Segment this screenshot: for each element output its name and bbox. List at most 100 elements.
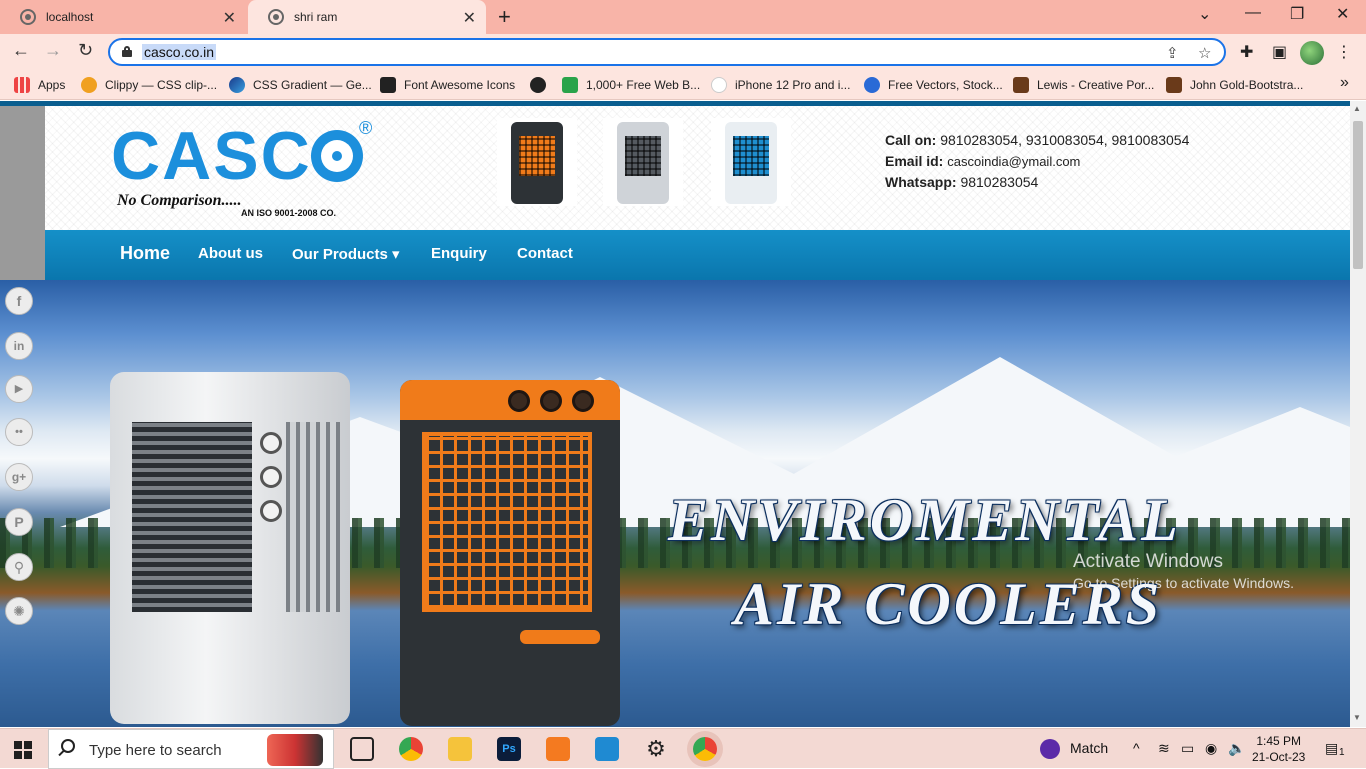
file-explorer-icon[interactable] (448, 737, 472, 761)
clock-time: 1:45 PM (1256, 734, 1302, 748)
email-address[interactable]: cascoindia@ymail.com (947, 154, 1080, 169)
reload-icon[interactable]: ↻ (78, 40, 93, 61)
menu-icon[interactable]: ⋮ (1336, 42, 1352, 62)
tab-strip: localhost ✕ shri ram ✕ + ⌄ — ❐ ✕ (0, 0, 1366, 34)
phone-numbers: 9810283054, 9310083054, 9810083054 (940, 132, 1190, 148)
bookmark-john-gold[interactable]: John Gold-Bootstra... (1166, 77, 1303, 93)
activate-windows-watermark: Activate Windows Go to Settings to activ… (1073, 551, 1294, 591)
nav-about-us[interactable]: About us (198, 245, 263, 262)
bookmark-iphone[interactable]: iPhone 12 Pro and i... (711, 77, 850, 93)
youtube-icon[interactable]: ▶ (5, 375, 33, 403)
product-thumb-blue[interactable] (711, 118, 791, 206)
browser-toolbar: ← → ↻ casco.co.in ⇪ ☆ ✚ ▣ ⋮ (0, 34, 1366, 70)
restore-button[interactable]: ❐ (1290, 4, 1304, 24)
close-window-button[interactable]: ✕ (1336, 4, 1349, 24)
air-cooler-white-image (110, 372, 350, 724)
system-clock[interactable]: 1:45 PM 21-Oct-23 (1252, 733, 1305, 765)
forward-arrow-icon[interactable]: → (44, 40, 62, 61)
bookmark-css-gradient[interactable]: CSS Gradient — Ge... (229, 77, 372, 93)
apps-grid-icon (14, 77, 30, 93)
hero-banner: ENVIROMENTAL AIR COOLERS (0, 280, 1350, 727)
profile-avatar[interactable] (1300, 41, 1324, 65)
pinterest-icon[interactable]: P (5, 508, 33, 536)
cricket-match-icon[interactable] (1040, 739, 1060, 759)
lock-icon[interactable] (122, 46, 132, 57)
chrome-icon[interactable] (399, 737, 423, 761)
chrome-active-icon[interactable] (693, 737, 717, 761)
tab-localhost[interactable]: localhost ✕ (0, 0, 246, 34)
new-tab-button[interactable]: + (498, 4, 511, 30)
taskbar-search[interactable]: Type here to search (48, 729, 334, 769)
air-cooler-orange-image (400, 380, 620, 726)
back-arrow-icon[interactable]: ← (12, 40, 30, 61)
stamp-icon[interactable]: ✺ (5, 597, 33, 625)
tab-title: localhost (46, 10, 94, 24)
chevron-up-icon[interactable]: ^ (1133, 740, 1140, 756)
wifi-icon[interactable]: ≋ (1158, 740, 1170, 757)
webcam-icon[interactable]: ◉ (1205, 740, 1217, 757)
bookmark-lewis[interactable]: Lewis - Creative Por... (1013, 77, 1154, 93)
bookmark-globe[interactable] (530, 77, 554, 93)
scroll-thumb[interactable] (1353, 121, 1363, 269)
settings-gear-icon[interactable]: ⚙ (644, 737, 668, 761)
logo-text: CASC (111, 118, 312, 194)
task-view-icon[interactable] (350, 737, 374, 761)
flag-icon (380, 77, 396, 93)
minimize-button[interactable]: — (1245, 4, 1261, 22)
search-highlight-icon (267, 734, 323, 766)
vscode-icon[interactable] (595, 737, 619, 761)
bookmark-label: Font Awesome Icons (404, 78, 516, 92)
scroll-up-arrow[interactable]: ▲ (1353, 104, 1361, 113)
vecteezy-icon (864, 77, 880, 93)
nav-our-products[interactable]: Our Products ▾ (292, 245, 400, 263)
address-bar[interactable]: casco.co.in ⇪ ☆ (108, 38, 1226, 66)
more-bookmarks-button[interactable]: » (1340, 74, 1349, 92)
chevron-down-icon[interactable]: ⌄ (1198, 4, 1211, 24)
bookmark-clippy[interactable]: Clippy — CSS clip-... (81, 77, 217, 93)
vertical-scrollbar[interactable]: ▲ ▼ (1350, 101, 1366, 727)
location-icon[interactable]: ⚲ (5, 553, 33, 581)
share-icon[interactable]: ⇪ (1166, 44, 1179, 62)
linkedin-icon[interactable]: in (5, 332, 33, 360)
flickr-icon[interactable]: •• (5, 418, 33, 446)
tab-title: shri ram (294, 10, 338, 24)
extensions-icon[interactable]: ✚ (1240, 42, 1253, 62)
nav-home[interactable]: Home (120, 243, 170, 264)
bookmark-label: iPhone 12 Pro and i... (735, 78, 851, 92)
match-widget-label[interactable]: Match (1070, 740, 1108, 756)
bookmark-font-awesome[interactable]: Font Awesome Icons (380, 77, 515, 93)
bookmark-free-web[interactable]: 1,000+ Free Web B... (562, 77, 700, 93)
product-thumb-orange[interactable] (497, 118, 577, 206)
notification-icon[interactable]: ▤ (1325, 740, 1338, 757)
windows-start-icon[interactable] (14, 741, 32, 759)
bookmark-free-vectors[interactable]: Free Vectors, Stock... (864, 77, 1003, 93)
volume-icon[interactable]: 🔈 (1228, 740, 1245, 757)
portfolio-icon (1166, 77, 1182, 93)
product-thumb-silver[interactable] (603, 118, 683, 206)
close-icon[interactable]: ✕ (223, 8, 236, 28)
nav-enquiry[interactable]: Enquiry (431, 245, 487, 262)
cooler-image (511, 122, 563, 204)
photoshop-icon[interactable]: Ps (497, 737, 521, 761)
web-page: CASC ® No Comparison..... AN ISO 9001-20… (0, 101, 1350, 727)
contact-info: Call on: 9810283054, 9310083054, 9810083… (885, 130, 1189, 193)
apple-icon (711, 77, 727, 93)
iso-certification: AN ISO 9001-2008 CO. (241, 208, 337, 218)
search-icon (61, 739, 75, 753)
close-icon[interactable]: ✕ (463, 8, 476, 28)
tab-shri-ram[interactable]: shri ram ✕ (248, 0, 486, 34)
side-panel-icon[interactable]: ▣ (1272, 42, 1287, 62)
googleplus-icon[interactable]: g+ (5, 463, 33, 491)
star-icon[interactable]: ☆ (1198, 44, 1211, 62)
battery-icon[interactable]: ▭ (1181, 740, 1194, 757)
contact-email: Email id: cascoindia@ymail.com (885, 153, 1081, 169)
site-header: CASC ® No Comparison..... AN ISO 9001-20… (45, 106, 1350, 230)
nav-contact[interactable]: Contact (517, 245, 573, 262)
bookmark-label: Free Vectors, Stock... (888, 78, 1003, 92)
xampp-icon[interactable] (546, 737, 570, 761)
facebook-icon[interactable]: f (5, 287, 33, 315)
bookmark-apps[interactable]: Apps (14, 77, 65, 93)
windows-taskbar: Type here to search Ps ⚙ Match ^ ≋ ▭ ◉ 🔈… (0, 728, 1366, 769)
url-text[interactable]: casco.co.in (142, 44, 217, 60)
scroll-down-arrow[interactable]: ▼ (1353, 713, 1361, 722)
